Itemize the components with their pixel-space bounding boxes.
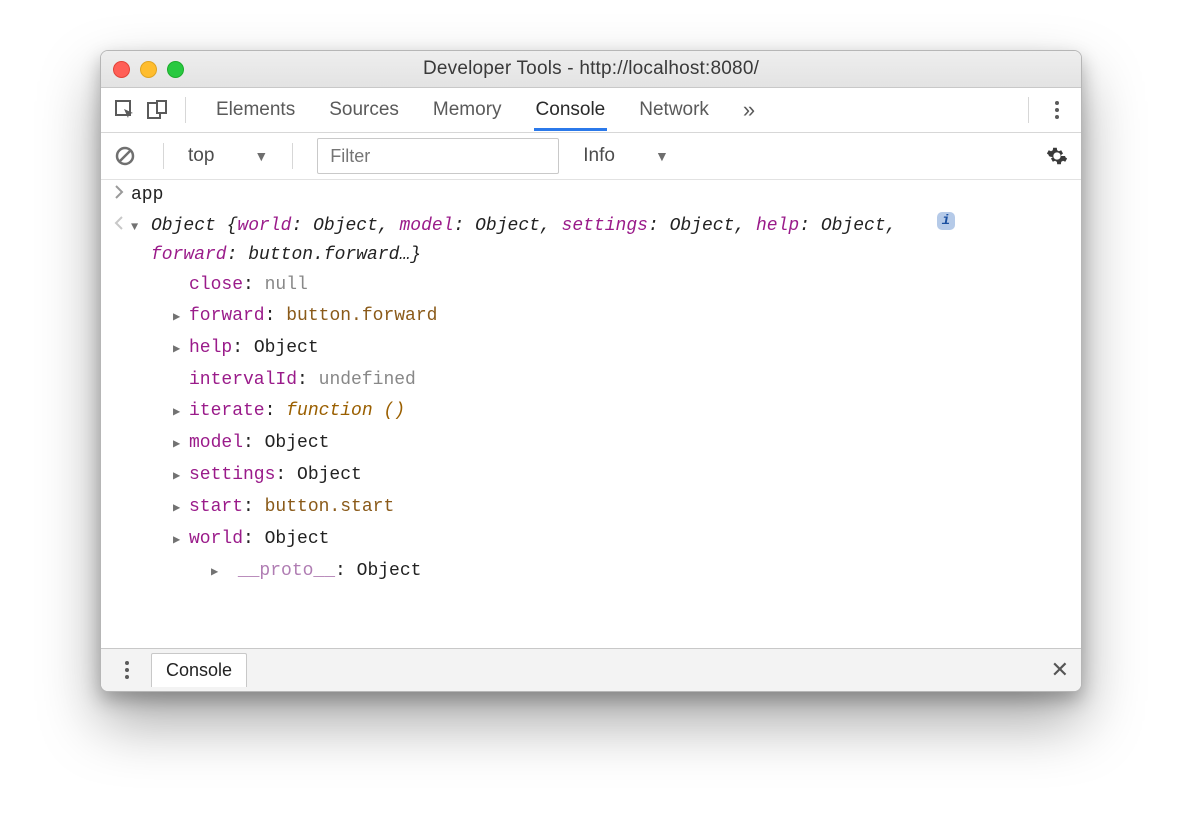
object-property-row[interactable]: intervalId: undefined [167, 365, 1081, 396]
console-input-text: app [131, 181, 163, 210]
console-output: ▼ Object {world: Object, model: Object, … [101, 211, 1081, 589]
inspect-element-icon[interactable] [111, 96, 139, 124]
disclosure-triangle-right-icon[interactable]: ▶ [173, 462, 189, 491]
devtools-window: Developer Tools - http://localhost:8080/… [100, 50, 1082, 692]
property-key: world [189, 529, 243, 549]
tab-memory[interactable]: Memory [431, 89, 504, 131]
object-property-row[interactable]: ▶settings: Object [167, 460, 1081, 492]
minimize-window-icon[interactable] [140, 61, 157, 78]
separator [1028, 97, 1029, 123]
object-summary-row[interactable]: ▼ Object {world: Object, model: Object, … [131, 212, 1081, 270]
drawer-tab-console[interactable]: Console [151, 653, 247, 687]
level-selector[interactable]: Info ▼ [583, 145, 669, 167]
level-selector-label: Info [583, 145, 615, 167]
tab-sources[interactable]: Sources [327, 89, 401, 131]
disclosure-triangle-right-icon[interactable]: ▶ [173, 303, 189, 332]
object-property-row[interactable]: ▶forward: button.forward [167, 301, 1081, 333]
device-toolbar-icon[interactable] [143, 96, 171, 124]
chevron-down-icon: ▼ [254, 148, 268, 164]
info-badge-icon[interactable]: i [937, 212, 955, 230]
more-tabs-icon[interactable]: » [735, 96, 763, 124]
zoom-window-icon[interactable] [167, 61, 184, 78]
drawer-close-icon[interactable]: ✕ [1051, 657, 1069, 683]
tab-elements[interactable]: Elements [214, 89, 297, 131]
context-selector[interactable]: top ▼ [188, 145, 268, 167]
proto-key: __proto__ [238, 561, 335, 581]
object-property-row[interactable]: ▶world: Object [167, 524, 1081, 556]
disclosure-triangle-right-icon[interactable]: ▶ [173, 398, 189, 427]
output-icon [107, 212, 131, 230]
traffic-lights [113, 61, 184, 78]
property-value: Object [254, 338, 319, 358]
drawer-menu-icon[interactable] [113, 656, 141, 684]
filter-input-wrapper[interactable] [317, 138, 559, 174]
disclosure-triangle-right-icon[interactable]: ▶ [173, 430, 189, 459]
disclosure-triangle-right-icon[interactable]: ▶ [173, 494, 189, 523]
titlebar: Developer Tools - http://localhost:8080/ [101, 51, 1081, 88]
property-value: button.forward [286, 306, 437, 326]
context-selector-label: top [188, 145, 214, 167]
disclosure-triangle-down-icon[interactable]: ▼ [131, 213, 147, 242]
console-settings-icon[interactable] [1043, 142, 1071, 170]
separator [185, 97, 186, 123]
console-input-echo: app [101, 180, 1081, 211]
close-window-icon[interactable] [113, 61, 130, 78]
drawer: Console ✕ [101, 648, 1081, 691]
disclosure-triangle-right-icon[interactable]: ▶ [211, 558, 227, 587]
tabstrip: Elements Sources Memory Console Network … [101, 88, 1081, 133]
property-key: start [189, 497, 243, 517]
separator [292, 143, 293, 169]
proto-value: Object [357, 561, 422, 581]
object-summary: Object {world: Object, model: Object, se… [151, 212, 931, 270]
object-property-row[interactable]: ▶start: button.start [167, 492, 1081, 524]
property-value: Object [297, 465, 362, 485]
chevron-down-icon: ▼ [655, 148, 669, 164]
console-filterbar: top ▼ Info ▼ [101, 133, 1081, 180]
clear-console-icon[interactable] [111, 142, 139, 170]
kebab-menu-icon[interactable] [1043, 96, 1071, 124]
object-property-row[interactable]: close: null [167, 270, 1081, 301]
property-value: Object [265, 433, 330, 453]
window-title: Developer Tools - http://localhost:8080/ [101, 58, 1081, 80]
tab-console[interactable]: Console [534, 89, 608, 131]
separator [163, 143, 164, 169]
property-value: button.start [265, 497, 395, 517]
disclosure-triangle-right-icon[interactable]: ▶ [173, 335, 189, 364]
property-key: model [189, 433, 243, 453]
object-property-row[interactable]: ▶model: Object [167, 428, 1081, 460]
devtools-tabs: Elements Sources Memory Console Network [214, 89, 711, 131]
property-key: close [189, 275, 243, 295]
property-key: help [189, 338, 232, 358]
property-key: iterate [189, 401, 265, 421]
property-value: null [265, 275, 308, 295]
object-property-row[interactable]: ▶iterate: function () [167, 396, 1081, 428]
filter-input[interactable] [328, 145, 548, 168]
object-property-row[interactable]: ▶ __proto__: Object [205, 556, 1081, 588]
property-value: function () [286, 401, 405, 421]
disclosure-triangle-right-icon[interactable]: ▶ [173, 526, 189, 555]
prompt-icon [107, 181, 131, 199]
property-key: settings [189, 465, 275, 485]
tab-network[interactable]: Network [637, 89, 711, 131]
property-key: forward [189, 306, 265, 326]
object-property-row[interactable]: ▶help: Object [167, 333, 1081, 365]
console-body: app ▼ Object {world: Object, model: Obje… [101, 180, 1081, 637]
property-key: intervalId [189, 370, 297, 390]
property-value: undefined [319, 370, 416, 390]
property-value: Object [265, 529, 330, 549]
